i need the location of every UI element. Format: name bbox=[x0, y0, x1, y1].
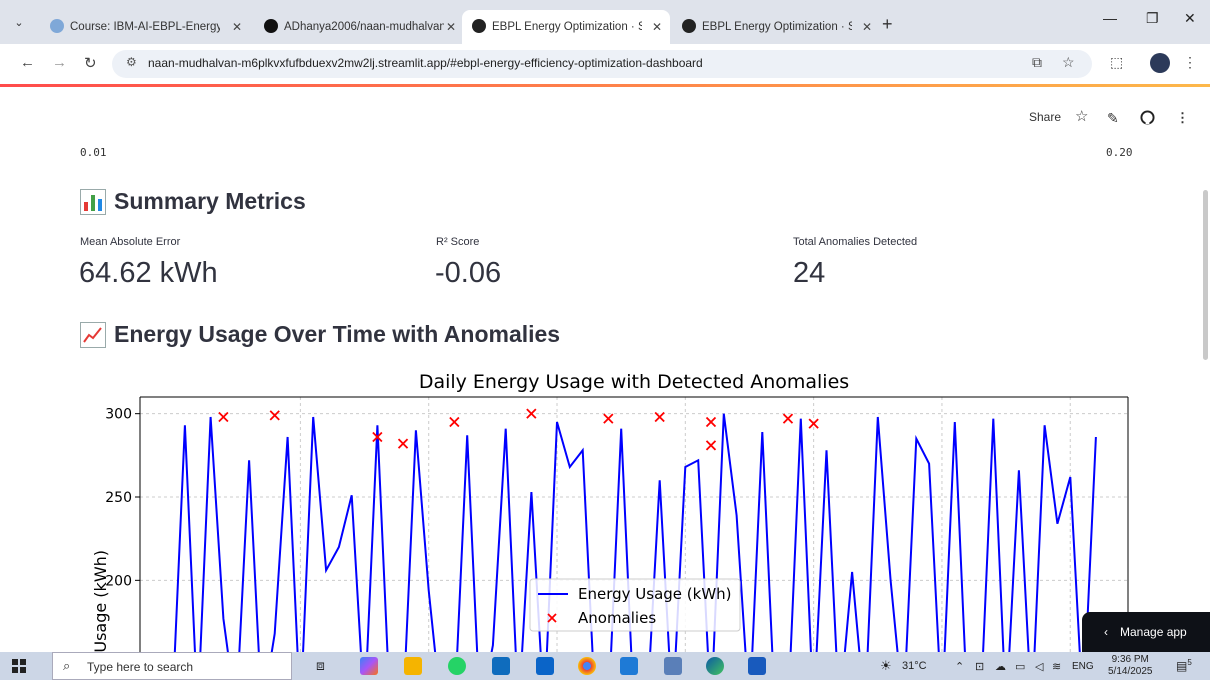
taskbar-clock[interactable]: 9:36 PM 5/14/2025 bbox=[1108, 654, 1153, 678]
forward-icon[interactable]: → bbox=[52, 54, 67, 71]
metric-label-anomalies: Total Anomalies Detected bbox=[793, 236, 918, 248]
y-axis-label: gy Usage (kWh) bbox=[91, 550, 110, 652]
weather-icon[interactable]: ☀ bbox=[880, 658, 892, 674]
manage-app-button[interactable]: ‹ Manage app bbox=[1082, 612, 1210, 652]
summary-metrics-heading: Summary Metrics bbox=[80, 188, 306, 215]
notifications-icon[interactable]: ▤5 bbox=[1176, 658, 1192, 673]
restore-icon[interactable]: ❐ bbox=[1146, 10, 1159, 27]
anomaly-marker bbox=[705, 440, 717, 451]
url-text[interactable]: naan-mudhalvan-m6plkvxfufbduexv2mw2lj.st… bbox=[148, 56, 703, 70]
metric-value-mae: 64.62 kWh bbox=[79, 257, 218, 289]
edit-pencil-icon[interactable]: ✎ bbox=[1107, 110, 1119, 127]
app-icon[interactable] bbox=[664, 657, 682, 675]
anomaly-marker bbox=[782, 413, 794, 424]
address-bar[interactable]: ⚙ naan-mudhalvan-m6plkvxfufbduexv2mw2lj.… bbox=[112, 50, 1092, 78]
chart-title: Daily Energy Usage with Detected Anomali… bbox=[419, 371, 849, 393]
close-window-icon[interactable]: ✕ bbox=[1184, 10, 1196, 27]
new-tab-icon[interactable]: + bbox=[882, 14, 893, 35]
chart-svg: 150200250300Daily Energy Usage with Dete… bbox=[91, 371, 1129, 677]
energy-usage-heading: Energy Usage Over Time with Anomalies bbox=[80, 321, 560, 348]
whatsapp-icon[interactable] bbox=[448, 657, 466, 675]
language-indicator[interactable]: ENG bbox=[1072, 661, 1094, 672]
page-scrollbar[interactable] bbox=[1203, 190, 1208, 360]
edge-icon[interactable] bbox=[706, 657, 724, 675]
legend-entry-anomalies: Anomalies bbox=[578, 609, 656, 627]
browser-menu-icon[interactable]: ⋮ bbox=[1183, 54, 1197, 71]
chrome-icon[interactable] bbox=[578, 657, 596, 675]
task-view-icon[interactable]: ⧈ bbox=[316, 657, 334, 675]
taskbar-search-box[interactable]: ⌕ Type here to search bbox=[52, 652, 292, 680]
extensions-icon[interactable]: ⬚ bbox=[1110, 54, 1123, 71]
battery-icon[interactable]: ▭ bbox=[1015, 660, 1025, 673]
y-tick-label: 300 bbox=[105, 407, 132, 423]
close-tab-icon[interactable]: ✕ bbox=[446, 14, 456, 40]
bookmark-star-icon[interactable]: ☆ bbox=[1062, 54, 1075, 71]
close-tab-icon[interactable]: ✕ bbox=[652, 10, 662, 44]
anomaly-marker bbox=[603, 413, 614, 424]
wifi-icon[interactable]: ≋ bbox=[1052, 660, 1061, 673]
site-info-icon[interactable]: ⚙ bbox=[126, 55, 137, 69]
volume-icon[interactable]: ◁ bbox=[1035, 660, 1043, 673]
metric-value-anomalies: 24 bbox=[793, 257, 826, 289]
anomaly-marker bbox=[526, 408, 537, 419]
anomaly-marker bbox=[654, 411, 665, 423]
y-tick-label: 250 bbox=[105, 490, 132, 506]
bar-chart-icon bbox=[80, 189, 106, 215]
outlook-icon[interactable] bbox=[536, 657, 554, 675]
summary-metrics-title: Summary Metrics bbox=[114, 188, 306, 214]
browser-toolbar: ← → ↻ ⚙ naan-mudhalvan-m6plkvxfufbduexv2… bbox=[0, 44, 1210, 84]
anomaly-marker bbox=[269, 410, 280, 421]
windows-start-icon[interactable] bbox=[12, 659, 26, 673]
browser-tab-ebpl-active[interactable]: EBPL Energy Optimization · Stre ✕ bbox=[462, 10, 670, 44]
metric-label-r2: R² Score bbox=[436, 236, 480, 248]
anomaly-marker bbox=[218, 411, 229, 423]
share-button[interactable]: Share bbox=[1029, 110, 1061, 124]
energy-usage-title: Energy Usage Over Time with Anomalies bbox=[114, 321, 561, 347]
browser-tab-course[interactable]: Course: IBM-AI-EBPL-Energy Eff ✕ bbox=[40, 14, 250, 40]
browser-tab-ebpl[interactable]: EBPL Energy Optimization · Stre ✕ bbox=[672, 14, 880, 40]
weather-temp[interactable]: 31°C bbox=[902, 660, 927, 672]
github-favicon-icon bbox=[264, 19, 278, 33]
streamlit-favicon-icon bbox=[472, 19, 486, 33]
slider-max-label: 0.20 bbox=[1106, 146, 1133, 159]
anomaly-marker bbox=[397, 438, 409, 449]
metric-label-mae: Mean Absolute Error bbox=[80, 236, 181, 248]
close-tab-icon[interactable]: ✕ bbox=[862, 14, 872, 40]
slider-min-label: 0.01 bbox=[80, 146, 107, 159]
browser-tab-github[interactable]: ADhanya2006/naan-mudhalvan ✕ bbox=[254, 14, 464, 40]
course-favicon-icon bbox=[50, 19, 64, 33]
cloud-icon[interactable]: ☁ bbox=[995, 660, 1006, 673]
anomaly-marker bbox=[808, 418, 819, 429]
line-chart-icon bbox=[80, 322, 106, 348]
chevron-left-icon: ‹ bbox=[1104, 625, 1108, 639]
app-menu-icon[interactable]: ⋮ bbox=[1176, 110, 1189, 126]
file-explorer-icon[interactable] bbox=[404, 657, 422, 675]
minimize-icon[interactable]: — bbox=[1103, 10, 1117, 26]
meet-icon[interactable]: ⊡ bbox=[975, 660, 984, 673]
vscode-icon[interactable] bbox=[620, 657, 638, 675]
browser-tab-bar: ⌄ Course: IBM-AI-EBPL-Energy Eff ✕ ADhan… bbox=[0, 0, 1210, 44]
install-app-icon[interactable]: ⧉ bbox=[1032, 54, 1042, 71]
metric-value-r2: -0.06 bbox=[435, 257, 502, 289]
reload-icon[interactable]: ↻ bbox=[84, 54, 97, 72]
word-icon[interactable] bbox=[748, 657, 766, 675]
favorite-star-icon[interactable]: ☆ bbox=[1075, 107, 1088, 125]
anomaly-marker bbox=[449, 416, 460, 428]
back-icon[interactable]: ← bbox=[20, 54, 35, 71]
legend-entry-energy: Energy Usage (kWh) bbox=[578, 585, 732, 603]
tab-search-dropdown-icon[interactable]: ⌄ bbox=[8, 12, 30, 34]
streamlit-favicon-icon bbox=[682, 19, 696, 33]
copilot-icon[interactable] bbox=[360, 657, 378, 675]
profile-avatar[interactable] bbox=[1150, 53, 1170, 73]
show-hidden-icons-icon[interactable]: ⌃ bbox=[955, 660, 964, 673]
energy-usage-chart: 150200250300Daily Energy Usage with Dete… bbox=[60, 362, 1150, 677]
search-icon: ⌕ bbox=[63, 658, 71, 673]
close-tab-icon[interactable]: ✕ bbox=[232, 14, 242, 40]
windows-taskbar: ⌕ Type here to search ⧈ ☀ 31°C ⌃ ⊡ ☁ ▭ ◁… bbox=[0, 652, 1210, 680]
streamlit-decoration-bar bbox=[0, 84, 1210, 87]
github-icon[interactable] bbox=[1140, 110, 1155, 128]
store-icon[interactable] bbox=[492, 657, 510, 675]
anomaly-marker bbox=[705, 416, 717, 428]
